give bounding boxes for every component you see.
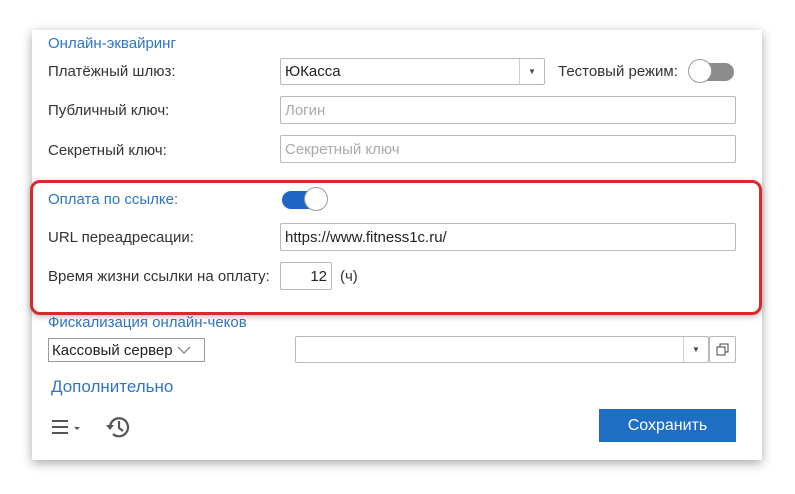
open-button[interactable] bbox=[709, 336, 736, 363]
public-key-label: Публичный ключ: bbox=[48, 102, 170, 119]
secret-key-input[interactable]: Секретный ключ bbox=[280, 135, 736, 163]
chevron-down-icon[interactable]: ▼ bbox=[683, 337, 708, 362]
test-mode-toggle[interactable] bbox=[688, 59, 734, 83]
gateway-label: Платёжный шлюз: bbox=[48, 63, 176, 80]
link-payment-toggle[interactable] bbox=[282, 187, 328, 211]
save-button[interactable]: Сохранить bbox=[599, 409, 736, 442]
hamburger-menu-icon[interactable] bbox=[50, 416, 84, 438]
public-key-input[interactable]: Логин bbox=[280, 96, 736, 124]
gateway-select[interactable]: ЮКасса ▼ bbox=[280, 58, 545, 85]
fiscalization-mode-value: Кассовый сервер bbox=[52, 341, 173, 359]
secret-key-label: Секретный ключ: bbox=[48, 142, 167, 159]
link-lifetime-value: 12 bbox=[310, 267, 327, 285]
fiscalization-title: Фискализация онлайн-чеков bbox=[48, 314, 247, 331]
link-lifetime-input[interactable]: 12 bbox=[280, 262, 332, 290]
link-lifetime-label: Время жизни ссылки на оплату: bbox=[48, 268, 270, 285]
fiscalization-server-select[interactable]: ▼ bbox=[295, 336, 709, 363]
toggle-knob bbox=[304, 187, 328, 211]
chevron-down-icon bbox=[177, 346, 190, 354]
open-window-icon bbox=[716, 343, 729, 356]
redirect-url-input[interactable]: https://www.fitness1c.ru/ bbox=[280, 223, 736, 251]
more-link[interactable]: Дополнительно bbox=[51, 377, 173, 397]
history-icon[interactable] bbox=[104, 413, 132, 441]
chevron-down-icon[interactable]: ▼ bbox=[519, 59, 544, 84]
link-payment-label: Оплата по ссылке: bbox=[48, 191, 179, 208]
redirect-url-label: URL переадресации: bbox=[48, 229, 194, 246]
gateway-value: ЮКасса bbox=[285, 63, 341, 80]
public-key-placeholder: Логин bbox=[285, 101, 326, 119]
toggle-knob bbox=[688, 59, 712, 83]
test-mode-label: Тестовый режим: bbox=[558, 63, 678, 80]
online-acquiring-title: Онлайн-эквайринг bbox=[48, 35, 176, 52]
redirect-url-value: https://www.fitness1c.ru/ bbox=[285, 228, 447, 246]
fiscalization-mode-select[interactable]: Кассовый сервер bbox=[48, 338, 205, 362]
link-lifetime-unit: (ч) bbox=[340, 268, 358, 285]
secret-key-placeholder: Секретный ключ bbox=[285, 140, 400, 158]
